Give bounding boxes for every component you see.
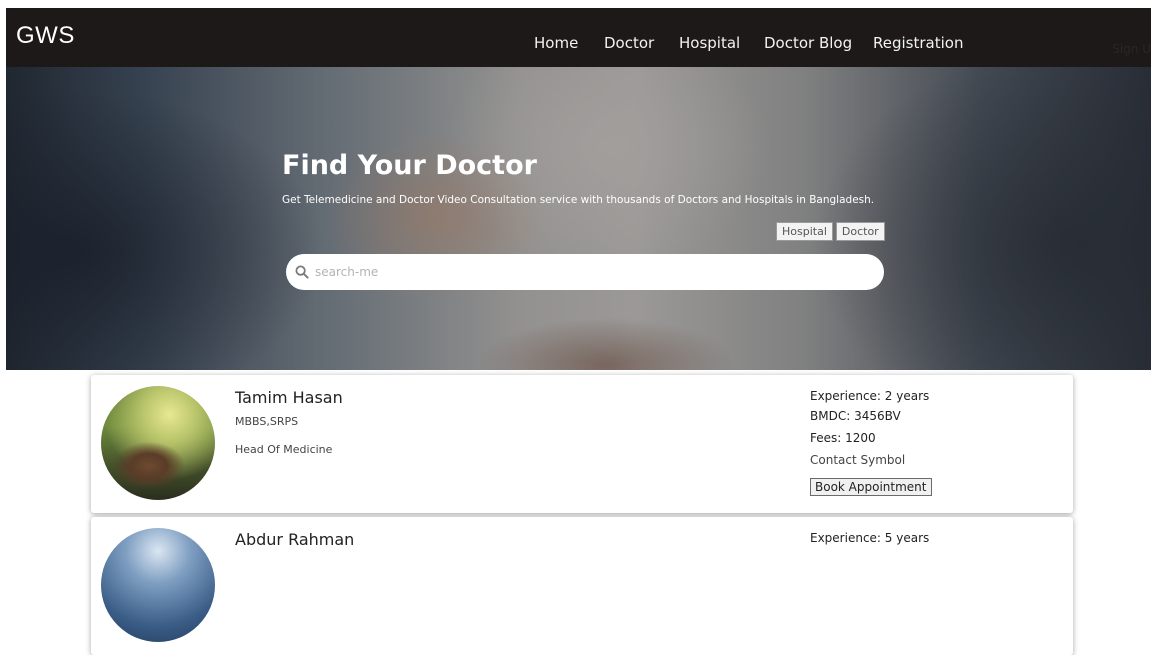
search-type-tabs: Hospital Doctor bbox=[776, 222, 885, 241]
tab-doctor[interactable]: Doctor bbox=[835, 222, 885, 241]
nav-hospital[interactable]: Hospital bbox=[679, 34, 740, 52]
nav-doctor[interactable]: Doctor bbox=[604, 34, 654, 52]
brand-logo[interactable]: GWS bbox=[16, 22, 75, 50]
doctor-contact[interactable]: Contact Symbol bbox=[810, 453, 905, 467]
search-icon bbox=[295, 265, 309, 279]
doctor-card: Tamim Hasan MBBS,SRPS Head Of Medicine E… bbox=[91, 375, 1073, 513]
doctor-experience: Experience: 2 years bbox=[810, 389, 930, 403]
book-appointment-button[interactable]: Book Appointment bbox=[810, 478, 932, 496]
hero-subtitle: Get Telemedicine and Doctor Video Consul… bbox=[282, 194, 875, 206]
doctor-name[interactable]: Tamim Hasan bbox=[235, 388, 343, 407]
hero-title: Find Your Doctor bbox=[282, 150, 537, 181]
doctor-avatar bbox=[101, 386, 215, 500]
search-bar[interactable] bbox=[286, 254, 884, 290]
doctor-name[interactable]: Abdur Rahman bbox=[235, 530, 354, 549]
navbar: GWS Home Doctor Hospital Doctor Blog Reg… bbox=[6, 8, 1151, 67]
sign-up-link[interactable]: Sign U bbox=[1112, 42, 1151, 56]
doctor-avatar bbox=[101, 528, 215, 642]
hero-banner: Find Your Doctor Get Telemedicine and Do… bbox=[6, 67, 1151, 370]
doctor-fees: Fees: 1200 bbox=[810, 431, 876, 445]
tab-hospital[interactable]: Hospital bbox=[776, 222, 833, 241]
doctor-position: Head Of Medicine bbox=[235, 443, 333, 456]
nav-home[interactable]: Home bbox=[534, 34, 578, 52]
nav-doctor-blog[interactable]: Doctor Blog bbox=[764, 34, 852, 52]
search-input[interactable] bbox=[313, 264, 857, 280]
doctor-bmdc: BMDC: 3456BV bbox=[810, 409, 901, 423]
doctor-card: Abdur Rahman Experience: 5 years bbox=[91, 517, 1073, 655]
doctor-experience: Experience: 5 years bbox=[810, 531, 930, 545]
hero-overlay bbox=[6, 67, 1151, 370]
doctor-degree: MBBS,SRPS bbox=[235, 415, 299, 428]
nav-registration[interactable]: Registration bbox=[873, 34, 963, 52]
